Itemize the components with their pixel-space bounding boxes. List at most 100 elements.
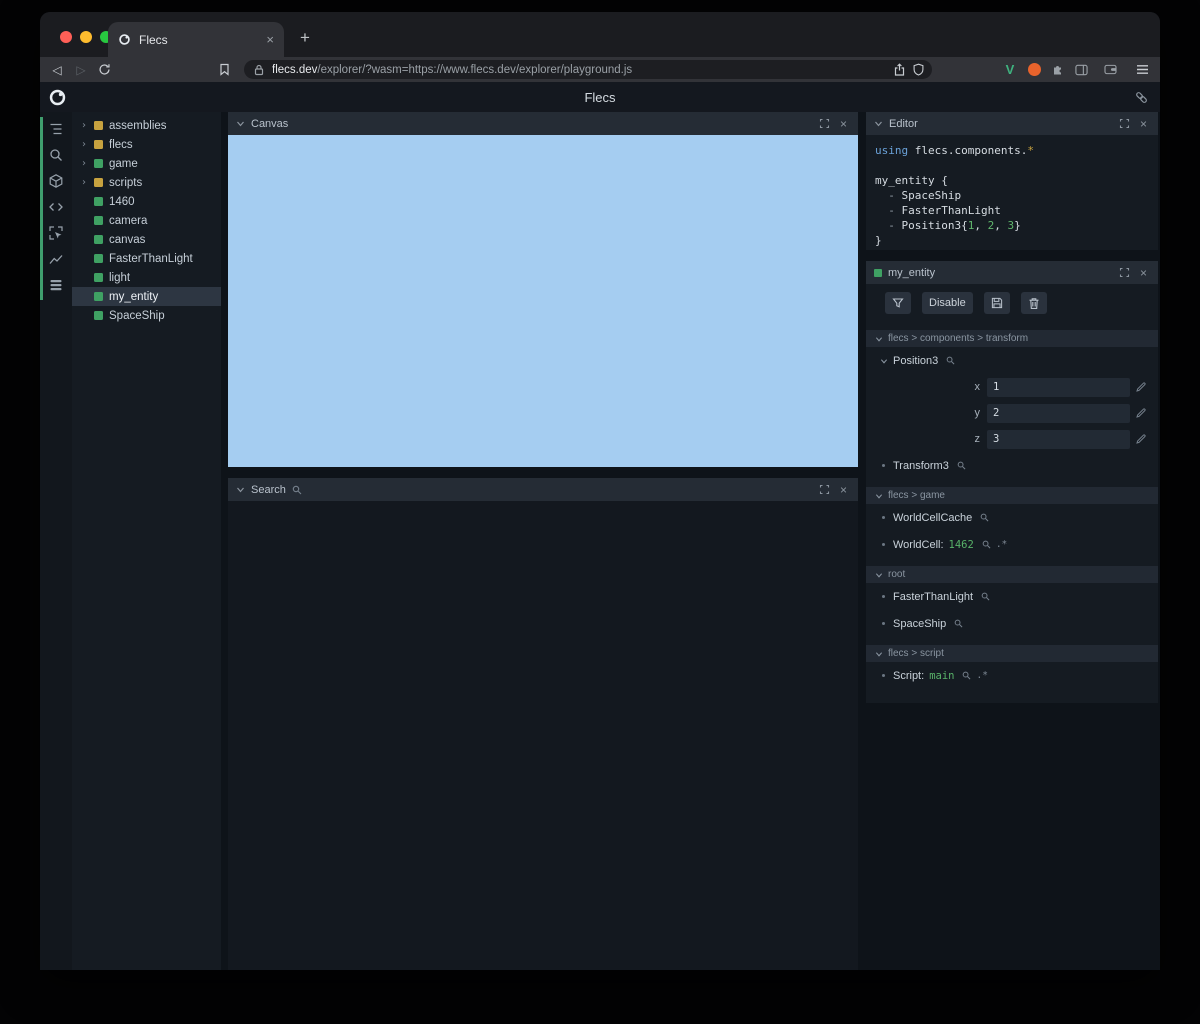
chevron-down-icon[interactable]	[874, 571, 883, 579]
inspect-cursor-icon[interactable]	[48, 225, 64, 241]
field-input-y[interactable]: 2	[987, 403, 1130, 423]
expand-icon[interactable]	[1118, 266, 1131, 279]
reload-icon[interactable]	[96, 62, 112, 78]
collapsed-marker-icon[interactable]	[879, 622, 888, 625]
collapsed-marker-icon[interactable]	[879, 595, 888, 598]
extensions-puzzle-icon[interactable]	[1049, 62, 1065, 78]
entities-cube-icon[interactable]	[48, 173, 64, 189]
editor-panel-header[interactable]: Editor ×	[866, 112, 1158, 135]
editor-code[interactable]: using flecs.components.* my_entity { - S…	[866, 135, 1158, 250]
bookmark-icon[interactable]	[216, 62, 232, 78]
save-button[interactable]	[983, 292, 1010, 314]
component-row-WorldCell[interactable]: WorldCell: 1462 .*	[866, 531, 1158, 558]
component-row-WorldCellCache[interactable]: WorldCellCache	[866, 504, 1158, 531]
close-icon[interactable]: ×	[837, 117, 850, 131]
search-icon[interactable]	[982, 540, 991, 549]
expander-icon[interactable]: ›	[82, 139, 91, 150]
chevron-down-icon[interactable]	[874, 119, 883, 128]
inspector-panel-header[interactable]: my_entity ×	[866, 261, 1158, 284]
expander-icon[interactable]: ›	[82, 177, 91, 188]
chevron-down-icon[interactable]	[236, 485, 245, 494]
component-section-header[interactable]: flecs > components > transform	[866, 330, 1158, 347]
delete-button[interactable]	[1020, 292, 1047, 314]
collapsed-marker-icon[interactable]	[879, 543, 888, 546]
share-icon[interactable]	[894, 63, 905, 76]
tab-close-icon[interactable]: ×	[266, 32, 274, 47]
search-icon[interactable]	[981, 592, 990, 601]
new-tab-button[interactable]: +	[292, 25, 318, 51]
search-icon[interactable]	[954, 619, 963, 628]
extension-orange-icon[interactable]	[1026, 62, 1042, 78]
component-row-Transform3[interactable]: Transform3	[866, 452, 1158, 479]
tree-item-FasterThanLight[interactable]: FasterThanLight	[72, 249, 221, 268]
edit-icon[interactable]	[1136, 408, 1146, 418]
component-row-Script[interactable]: Script: main .*	[866, 662, 1158, 689]
edit-icon[interactable]	[1136, 382, 1146, 392]
minimize-window-button[interactable]	[80, 31, 92, 43]
flecs-logo-icon[interactable]	[48, 88, 67, 107]
browser-tab[interactable]: Flecs ×	[108, 22, 284, 57]
edit-icon[interactable]	[1136, 434, 1146, 444]
tree-item-light[interactable]: light	[72, 268, 221, 287]
tree-item-game[interactable]: › game	[72, 154, 221, 173]
menu-icon[interactable]	[1134, 62, 1150, 78]
queues-rows-icon[interactable]	[48, 277, 64, 293]
chevron-down-icon[interactable]	[879, 357, 888, 365]
disable-button[interactable]: Disable	[922, 292, 973, 314]
component-name: WorldCellCache	[893, 511, 973, 524]
close-icon[interactable]: ×	[1137, 117, 1150, 131]
chevron-down-icon[interactable]	[874, 492, 883, 500]
tree-item-scripts[interactable]: › scripts	[72, 173, 221, 192]
side-panel-icon[interactable]	[1073, 62, 1089, 78]
component-row-Position3[interactable]: Position3	[866, 347, 1158, 374]
field-input-x[interactable]: 1	[987, 377, 1130, 397]
component-row-SpaceShip[interactable]: SpaceShip	[866, 610, 1158, 637]
tree-item-SpaceShip[interactable]: SpaceShip	[72, 306, 221, 325]
back-icon[interactable]: ◁	[49, 62, 65, 78]
close-icon[interactable]: ×	[1137, 266, 1150, 280]
search-icon[interactable]	[962, 671, 971, 680]
close-icon[interactable]: ×	[837, 483, 850, 497]
tree-item-assemblies[interactable]: › assemblies	[72, 116, 221, 135]
tree-item-canvas[interactable]: canvas	[72, 230, 221, 249]
component-row-FasterThanLight[interactable]: FasterThanLight	[866, 583, 1158, 610]
expander-icon[interactable]: ›	[82, 158, 91, 169]
code-editor-icon[interactable]	[48, 199, 64, 215]
close-window-button[interactable]	[60, 31, 72, 43]
address-bar[interactable]: flecs.dev/explorer/?wasm=https://www.fle…	[244, 60, 932, 79]
tree-item-flecs[interactable]: › flecs	[72, 135, 221, 154]
share-link-icon[interactable]	[1135, 91, 1148, 104]
expand-icon[interactable]	[818, 483, 831, 496]
stats-chart-icon[interactable]	[48, 251, 64, 267]
tree-item-camera[interactable]: camera	[72, 211, 221, 230]
wallet-icon[interactable]	[1102, 62, 1118, 78]
chevron-down-icon[interactable]	[874, 650, 883, 658]
search-panel-icon[interactable]	[48, 147, 64, 163]
search-icon[interactable]	[980, 513, 989, 522]
component-section-header[interactable]: flecs > script	[866, 645, 1158, 662]
chevron-down-icon[interactable]	[236, 119, 245, 128]
collapsed-marker-icon[interactable]	[879, 464, 888, 467]
tree-panel-icon[interactable]	[48, 121, 64, 137]
canvas-viewport[interactable]	[228, 135, 858, 467]
search-icon[interactable]	[957, 461, 966, 470]
collapsed-marker-icon[interactable]	[879, 516, 888, 519]
search-panel-header[interactable]: Search ×	[228, 478, 858, 501]
shield-icon[interactable]	[913, 63, 924, 76]
component-section-header[interactable]: root	[866, 566, 1158, 583]
expand-icon[interactable]	[1118, 117, 1131, 130]
expand-icon[interactable]	[818, 117, 831, 130]
tree-item-1460[interactable]: 1460	[72, 192, 221, 211]
filter-button[interactable]	[885, 292, 911, 314]
component-section-header[interactable]: flecs > game	[866, 487, 1158, 504]
extension-vue-icon[interactable]: V	[1002, 62, 1018, 78]
search-icon[interactable]	[946, 356, 955, 365]
collapsed-marker-icon[interactable]	[879, 674, 888, 677]
tree-item-my_entity[interactable]: my_entity	[72, 287, 221, 306]
field-input-z[interactable]: 3	[987, 429, 1130, 449]
canvas-panel-header[interactable]: Canvas ×	[228, 112, 858, 135]
expander-icon[interactable]: ›	[82, 120, 91, 131]
chevron-down-icon[interactable]	[874, 335, 883, 343]
tree-item-label: FasterThanLight	[109, 252, 193, 265]
forward-icon[interactable]: ▷	[73, 62, 89, 78]
